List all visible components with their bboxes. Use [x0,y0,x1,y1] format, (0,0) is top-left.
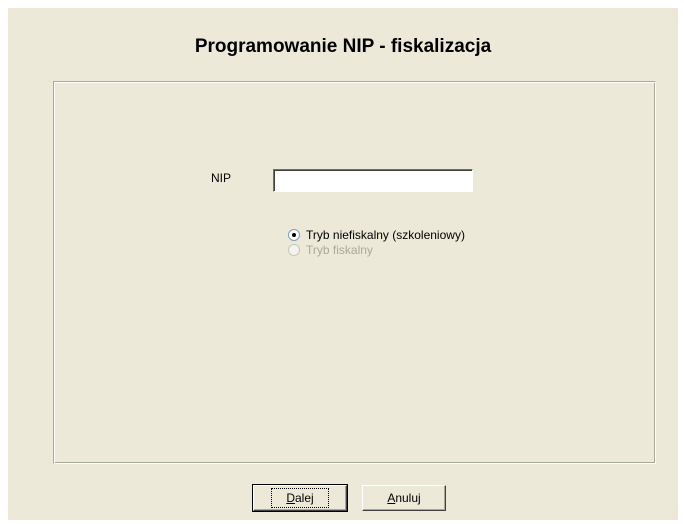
cancel-button-mnemonic: A [387,491,396,505]
dialog-window: Programowanie NIP - fiskalizacja NIP Try… [8,8,678,520]
cancel-button[interactable]: Anuluj [362,485,446,511]
radio-unchecked-icon [288,244,300,256]
form-panel: NIP Tryb niefiskalny (szkoleniowy) Tryb … [53,81,656,464]
nip-label: NIP [211,171,232,185]
next-button-focus: Dalej [271,488,329,508]
radio-tryb-fiskalny: Tryb fiskalny [288,243,373,257]
next-button[interactable]: Dalej [252,484,348,512]
next-button-label: alej [294,491,314,505]
nip-input[interactable] [273,169,473,192]
cancel-button-label: nuluj [395,491,421,505]
next-button-mnemonic: D [286,491,295,505]
radio-tryb-niefiskalny[interactable]: Tryb niefiskalny (szkoleniowy) [288,228,465,242]
radio-tryb-niefiskalny-label: Tryb niefiskalny (szkoleniowy) [306,228,465,242]
radio-tryb-fiskalny-label: Tryb fiskalny [306,243,373,257]
dialog-title: Programowanie NIP - fiskalizacja [194,36,492,57]
radio-checked-icon[interactable] [288,229,300,241]
